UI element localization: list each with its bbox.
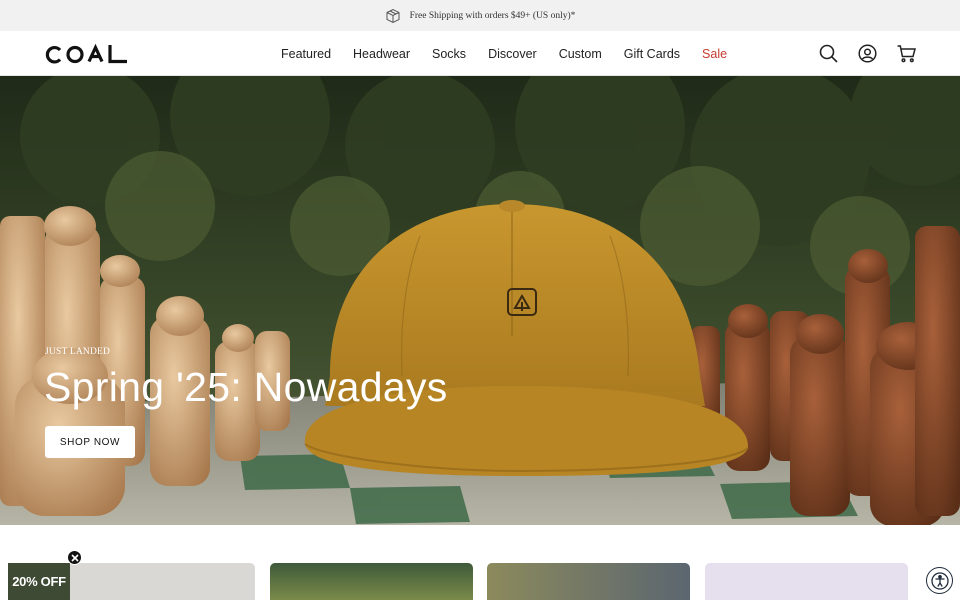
nav-headwear[interactable]: Headwear (353, 47, 410, 61)
nav-gift-cards[interactable]: Gift Cards (624, 47, 680, 61)
nav-sale[interactable]: Sale (702, 47, 727, 61)
hero-image (0, 76, 960, 525)
nav-discover[interactable]: Discover (488, 47, 537, 61)
nav-custom[interactable]: Custom (559, 47, 602, 61)
hero-eyebrow: JUST LANDED (45, 347, 111, 357)
product-tile[interactable] (705, 563, 908, 600)
account-icon[interactable] (858, 44, 877, 63)
main-nav: Featured Headwear Socks Discover Custom … (270, 31, 738, 76)
search-icon[interactable] (819, 44, 838, 63)
cart-icon[interactable] (897, 44, 916, 63)
product-tiles (0, 563, 960, 600)
product-tile[interactable] (56, 563, 255, 600)
product-tile[interactable] (270, 563, 473, 600)
nav-socks[interactable]: Socks (432, 47, 466, 61)
header-icons (819, 31, 916, 76)
hero-headline: Spring '25: Nowadays (44, 364, 448, 410)
nav-featured[interactable]: Featured (281, 47, 331, 61)
hero-banner[interactable]: JUST LANDED Spring '25: Nowadays SHOP NO… (0, 76, 960, 525)
announcement-text: Free Shipping with orders $49+ (US only)… (409, 10, 576, 21)
coal-logo[interactable] (44, 39, 128, 67)
box-icon (385, 8, 401, 24)
discount-tab[interactable]: 20% OFF (8, 563, 70, 600)
accessibility-icon[interactable] (926, 567, 953, 594)
shop-now-button[interactable]: SHOP NOW (45, 426, 135, 458)
site-header: Featured Headwear Socks Discover Custom … (0, 31, 960, 76)
product-tile[interactable] (487, 563, 690, 600)
close-icon[interactable] (67, 550, 82, 565)
announcement-bar: Free Shipping with orders $49+ (US only)… (0, 0, 960, 31)
